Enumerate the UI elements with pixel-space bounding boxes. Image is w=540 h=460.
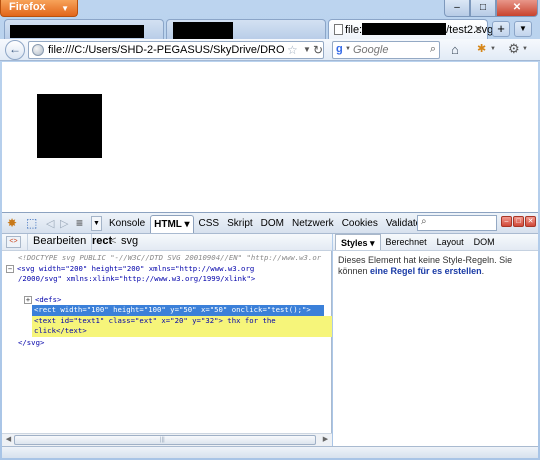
svg-black-rect[interactable] bbox=[37, 94, 102, 158]
forward-arrow-icon[interactable]: ▷ bbox=[60, 217, 68, 230]
breadcrumb: <> Bearbeiten rect < svg bbox=[2, 234, 332, 251]
svg-node-line-cont: /2000/svg" xmlns:xlink="http://www.w3.or… bbox=[18, 274, 256, 283]
gear-icon[interactable]: ⚙ bbox=[508, 41, 520, 57]
edit-button[interactable]: Bearbeiten bbox=[27, 234, 93, 250]
toggle-source-icon[interactable]: <> bbox=[6, 236, 21, 248]
back-arrow-icon[interactable]: ◁ bbox=[46, 217, 54, 230]
tab-1[interactable] bbox=[4, 19, 164, 39]
firebug-minimize-button[interactable]: – bbox=[501, 216, 512, 227]
redacted-tab-title bbox=[173, 22, 233, 39]
side-panel-tabs: Styles ▾ Berechnet Layout DOM bbox=[333, 234, 538, 251]
redacted-path bbox=[362, 23, 447, 35]
firebug-icon[interactable]: ✸ bbox=[7, 216, 17, 230]
firebug-detach-button[interactable]: □ bbox=[513, 216, 524, 227]
firefox-menu-button[interactable]: Firefox ▼ bbox=[0, 0, 78, 17]
chevron-down-icon: ▼ bbox=[61, 4, 69, 13]
window-controls: – □ ✕ bbox=[444, 0, 538, 17]
firefox-menu-label: Firefox bbox=[9, 1, 46, 13]
scroll-left-icon[interactable]: ◀ bbox=[3, 434, 14, 446]
firebug-close-button[interactable]: ✕ bbox=[525, 216, 536, 227]
firebug-toolbar: ✸ ⬚ ◁ ▷ ≡ ▼ Konsole HTML ▾ CSS Skript DO… bbox=[2, 212, 538, 234]
status-bar bbox=[2, 446, 538, 458]
globe-icon bbox=[32, 44, 44, 56]
maximize-button[interactable]: □ bbox=[470, 0, 496, 17]
breadcrumb-parent[interactable]: svg bbox=[121, 235, 138, 247]
close-window-button[interactable]: ✕ bbox=[496, 0, 538, 17]
tab-bar: file:/test2.svg ✕ + ▼ bbox=[0, 19, 540, 39]
defs-node-line[interactable]: + <defs> bbox=[24, 295, 61, 305]
tab-netzwerk[interactable]: Netzwerk bbox=[289, 215, 337, 233]
tab-layout[interactable]: Layout bbox=[432, 234, 469, 250]
tab-html[interactable]: HTML ▾ bbox=[150, 215, 194, 233]
horizontal-scrollbar[interactable]: ◀ ||| ▶ bbox=[2, 433, 332, 446]
search-bar[interactable]: g ▼ ⌕ bbox=[332, 41, 440, 59]
doctype-line[interactable]: <!DOCTYPE svg PUBLIC "-//W3C//DTD SVG 20… bbox=[18, 253, 330, 263]
new-tab-button[interactable]: + bbox=[492, 21, 510, 37]
gear-dropdown-icon[interactable]: ▼ bbox=[522, 46, 528, 52]
search-engine-dropdown-icon[interactable]: ▼ bbox=[345, 46, 351, 52]
tab-dom[interactable]: DOM bbox=[258, 215, 287, 233]
create-rule-link[interactable]: eine Regel für es erstellen bbox=[370, 266, 482, 276]
html-panel: <> Bearbeiten rect < svg <!DOCTYPE svg P… bbox=[2, 234, 332, 446]
tab-skript[interactable]: Skript bbox=[224, 215, 256, 233]
page-icon bbox=[334, 24, 343, 35]
firebug-search-input[interactable]: ⌕ bbox=[417, 215, 497, 231]
browser-window: Firefox ▼ – □ ✕ file:/test2.svg ✕ + ▼ ← … bbox=[0, 0, 540, 460]
addon-dropdown-icon[interactable]: ▼ bbox=[490, 46, 496, 52]
grip-icon: ||| bbox=[160, 437, 165, 443]
home-icon[interactable]: ⌂ bbox=[451, 42, 459, 57]
back-button[interactable]: ← bbox=[5, 40, 25, 60]
list-all-tabs-button[interactable]: ▼ bbox=[514, 21, 532, 37]
scrollbar-thumb[interactable]: ||| bbox=[14, 435, 316, 445]
search-icon[interactable]: ⌕ bbox=[430, 43, 436, 56]
redacted-tab-title bbox=[10, 25, 144, 38]
search-icon: ⌕ bbox=[421, 216, 427, 227]
url-bar[interactable]: file:///C:/Users/SHD-2-PEGASUS/SkyDrive/… bbox=[28, 41, 324, 59]
minimize-button[interactable]: – bbox=[444, 0, 470, 17]
url-text[interactable]: file:///C:/Users/SHD-2-PEGASUS/SkyDrive/… bbox=[48, 44, 284, 56]
tab-konsole[interactable]: Konsole bbox=[106, 215, 148, 233]
expand-icon[interactable]: + bbox=[24, 296, 32, 304]
breadcrumb-separator: < bbox=[110, 235, 117, 247]
search-input[interactable] bbox=[353, 43, 423, 57]
bookmark-star-icon[interactable]: ☆ bbox=[287, 43, 298, 57]
firebug-window-buttons: – □ ✕ bbox=[501, 216, 537, 227]
tab-styles[interactable]: Styles ▾ bbox=[335, 234, 381, 250]
no-style-rules-message: Dieses Element hat keine Style-Regeln. S… bbox=[338, 255, 513, 276]
tab-3-active[interactable]: file:/test2.svg ✕ bbox=[328, 19, 493, 39]
text-node-highlighted[interactable]: <text id="text1" class="ext" x="20" y="3… bbox=[32, 316, 332, 337]
svg-close-line[interactable]: </svg> bbox=[18, 338, 44, 348]
page-content bbox=[2, 62, 538, 212]
list-icon[interactable]: ≡ bbox=[76, 216, 83, 230]
tab-2[interactable] bbox=[166, 19, 326, 39]
tab-cookies[interactable]: Cookies bbox=[339, 215, 381, 233]
tab-berechnet[interactable]: Berechnet bbox=[381, 234, 432, 250]
panel-dropdown-icon[interactable]: ▼ bbox=[91, 216, 102, 231]
history-dropdown-icon[interactable]: ▼ bbox=[303, 45, 311, 54]
scroll-right-icon[interactable]: ▶ bbox=[320, 434, 331, 446]
tab-close-icon[interactable]: ✕ bbox=[474, 23, 483, 36]
addon-icon[interactable]: ✱ bbox=[477, 42, 486, 55]
tab-css[interactable]: CSS bbox=[196, 215, 223, 233]
svg-node-line[interactable]: − <svg width="200" height="200" xmlns="ht… bbox=[6, 264, 254, 274]
collapse-icon[interactable]: − bbox=[6, 265, 14, 273]
firebug-tabs: Konsole HTML ▾ CSS Skript DOM Netzwerk C… bbox=[106, 215, 430, 233]
inspect-element-icon[interactable]: ⬚ bbox=[26, 216, 37, 230]
reload-icon[interactable]: ↻ bbox=[313, 43, 323, 57]
styles-side-panel: Styles ▾ Berechnet Layout DOM Dieses Ele… bbox=[333, 234, 538, 446]
rect-node-selected[interactable]: <rect width="100" height="100" y="50" x=… bbox=[32, 305, 324, 316]
google-icon[interactable]: g bbox=[336, 43, 343, 55]
tab-title: file:/test2.svg bbox=[345, 23, 494, 36]
tab-side-dom[interactable]: DOM bbox=[469, 234, 500, 250]
navigation-toolbar: ← file:///C:/Users/SHD-2-PEGASUS/SkyDriv… bbox=[0, 39, 540, 61]
